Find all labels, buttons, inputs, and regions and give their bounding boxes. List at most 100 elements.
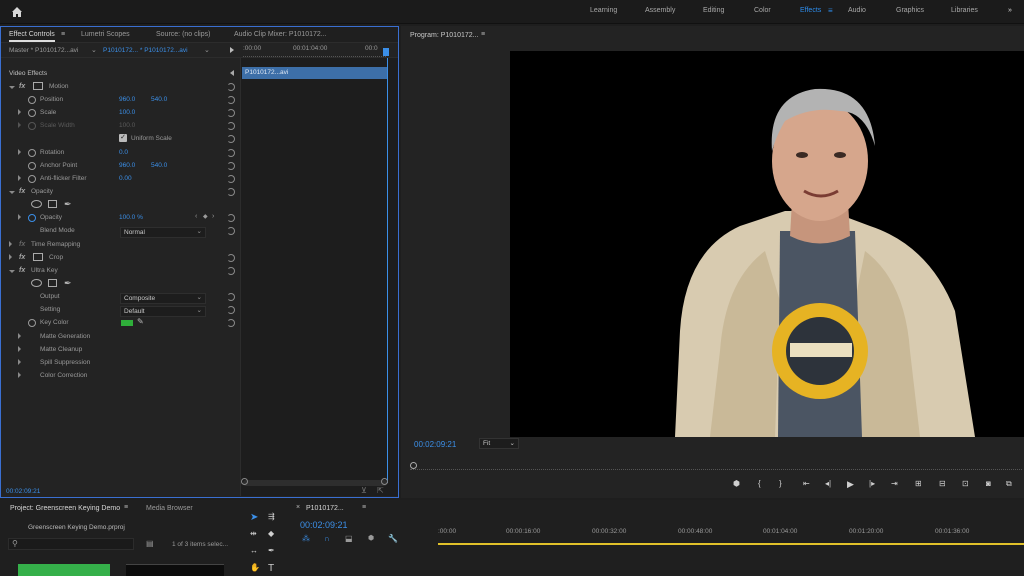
- program-video-frame[interactable]: [510, 51, 1024, 437]
- selection-tool-icon[interactable]: ➤: [250, 512, 258, 523]
- reset-icon[interactable]: [227, 122, 235, 130]
- expand-icon[interactable]: [9, 191, 15, 194]
- reset-icon[interactable]: [227, 319, 235, 327]
- reset-icon[interactable]: [227, 214, 235, 222]
- workspace-effects[interactable]: Effects: [800, 7, 821, 14]
- chevron-down-icon[interactable]: ⌄: [91, 46, 97, 54]
- overwrite-icon[interactable]: ⊟: [939, 479, 946, 488]
- camera-icon[interactable]: ◙: [986, 479, 991, 488]
- ec-playhead[interactable]: [383, 48, 389, 56]
- track-select-icon[interactable]: ⇶: [268, 512, 275, 521]
- opacity-row[interactable]: fx Opacity: [1, 186, 239, 199]
- reset-icon[interactable]: [227, 149, 235, 157]
- reset-icon[interactable]: [227, 227, 235, 235]
- reset-icon[interactable]: [227, 162, 235, 170]
- collapse-icon[interactable]: [230, 70, 234, 76]
- ripple-edit-icon[interactable]: ⇹: [250, 529, 257, 538]
- panel-menu-icon[interactable]: ≡: [481, 31, 485, 38]
- ellipse-mask-icon[interactable]: [31, 279, 42, 287]
- stopwatch-icon[interactable]: [28, 109, 36, 117]
- zoom-handle-left[interactable]: [241, 478, 248, 485]
- add-keyframe-icon[interactable]: ◆: [203, 213, 208, 220]
- spill-suppression-row[interactable]: Spill Suppression: [1, 357, 239, 370]
- program-timecode[interactable]: 00:02:09:21: [414, 440, 456, 449]
- anchor-x-value[interactable]: 960.0: [119, 162, 135, 169]
- reset-icon[interactable]: [227, 83, 235, 91]
- output-dropdown[interactable]: Composite: [120, 293, 206, 304]
- program-title[interactable]: Program: P1010172...: [410, 32, 479, 39]
- workspace-menu-icon[interactable]: ≡: [828, 6, 833, 15]
- next-keyframe-icon[interactable]: ›: [212, 213, 214, 220]
- stopwatch-icon[interactable]: [28, 319, 36, 327]
- workspace-learning[interactable]: Learning: [590, 7, 617, 14]
- time-remapping-row[interactable]: fx Time Remapping: [1, 239, 239, 252]
- tab-effect-controls[interactable]: Effect Controls: [9, 31, 55, 42]
- step-forward-icon[interactable]: |▸: [869, 479, 875, 488]
- reset-icon[interactable]: [227, 306, 235, 314]
- key-color-swatch[interactable]: [121, 320, 133, 326]
- clip-label[interactable]: P1010172... * P1010172...avi: [103, 47, 188, 54]
- panel-menu-icon[interactable]: ≡: [362, 504, 366, 511]
- fx-icon[interactable]: fx: [19, 267, 25, 274]
- clip-bar[interactable]: P1010172...avi: [242, 67, 388, 79]
- reset-icon[interactable]: [227, 175, 235, 183]
- expand-icon[interactable]: [9, 241, 12, 247]
- chevron-down-icon[interactable]: ⌄: [204, 46, 210, 54]
- anchor-y-value[interactable]: 540.0: [151, 162, 167, 169]
- reset-icon[interactable]: [227, 254, 235, 262]
- tab-audio-clip-mixer[interactable]: Audio Clip Mixer: P1010172...: [234, 31, 327, 38]
- workspace-color[interactable]: Color: [754, 7, 771, 14]
- wrench-icon[interactable]: 🔧: [388, 534, 398, 543]
- home-icon[interactable]: [10, 5, 24, 19]
- position-x-value[interactable]: 960.0: [119, 96, 135, 103]
- reset-icon[interactable]: [227, 109, 235, 117]
- close-icon[interactable]: ×: [296, 504, 300, 511]
- ec-playhead-line[interactable]: [387, 58, 388, 483]
- expand-icon[interactable]: [18, 359, 21, 365]
- lift-icon[interactable]: ⊡: [962, 479, 969, 488]
- expand-icon[interactable]: [18, 333, 21, 339]
- expand-icon[interactable]: [9, 86, 15, 89]
- matte-cleanup-row[interactable]: Matte Cleanup: [1, 344, 239, 357]
- ellipse-mask-icon[interactable]: [31, 200, 42, 208]
- step-back-icon[interactable]: ◂|: [825, 479, 831, 488]
- export-icon[interactable]: ⇱: [377, 486, 384, 495]
- uniform-scale-checkbox[interactable]: ✓: [119, 134, 127, 142]
- timeline-timecode[interactable]: 00:02:09:21: [300, 520, 348, 530]
- position-y-value[interactable]: 540.0: [151, 96, 167, 103]
- transform-icon[interactable]: [33, 253, 43, 261]
- stopwatch-icon[interactable]: [28, 214, 36, 222]
- clip-thumbnail-dark[interactable]: [126, 564, 224, 576]
- snap-icon[interactable]: ⁂: [302, 534, 310, 543]
- fit-dropdown[interactable]: Fit ⌄: [479, 438, 519, 449]
- linked-selection-icon[interactable]: ∩: [324, 534, 330, 543]
- fx-icon[interactable]: fx: [19, 254, 25, 261]
- zoom-handle-right[interactable]: [381, 478, 388, 485]
- stopwatch-icon[interactable]: [28, 149, 36, 157]
- reset-icon[interactable]: [227, 96, 235, 104]
- expand-icon[interactable]: [9, 254, 12, 260]
- expand-icon[interactable]: [18, 109, 21, 115]
- workspace-audio[interactable]: Audio: [848, 7, 866, 14]
- previous-keyframe-icon[interactable]: ‹: [195, 213, 197, 220]
- panel-menu-icon[interactable]: ≡: [61, 31, 65, 38]
- work-area-bar[interactable]: [438, 543, 1024, 545]
- ec-current-time[interactable]: 00:02:09:21: [6, 488, 40, 495]
- workspace-graphics[interactable]: Graphics: [896, 7, 924, 14]
- blend-mode-dropdown[interactable]: Normal: [120, 227, 206, 238]
- pen-mask-icon[interactable]: ✒: [64, 278, 72, 289]
- stopwatch-icon[interactable]: [28, 175, 36, 183]
- program-playhead[interactable]: [410, 462, 417, 469]
- hand-tool-icon[interactable]: ✋: [250, 563, 260, 572]
- expand-icon[interactable]: [18, 175, 21, 181]
- fx-icon[interactable]: fx: [19, 241, 25, 248]
- slip-tool-icon[interactable]: ↔: [250, 546, 258, 555]
- workspace-editing[interactable]: Editing: [703, 7, 724, 14]
- fx-icon[interactable]: fx: [19, 83, 25, 90]
- program-time-ruler[interactable]: [410, 454, 1022, 470]
- ultra-key-row[interactable]: fx Ultra Key: [1, 265, 239, 278]
- tab-source[interactable]: Source: (no clips): [156, 31, 210, 38]
- sequence-tab[interactable]: P1010172...: [306, 505, 344, 512]
- project-search-input[interactable]: ⚲: [8, 538, 134, 550]
- expand-icon[interactable]: [18, 149, 21, 155]
